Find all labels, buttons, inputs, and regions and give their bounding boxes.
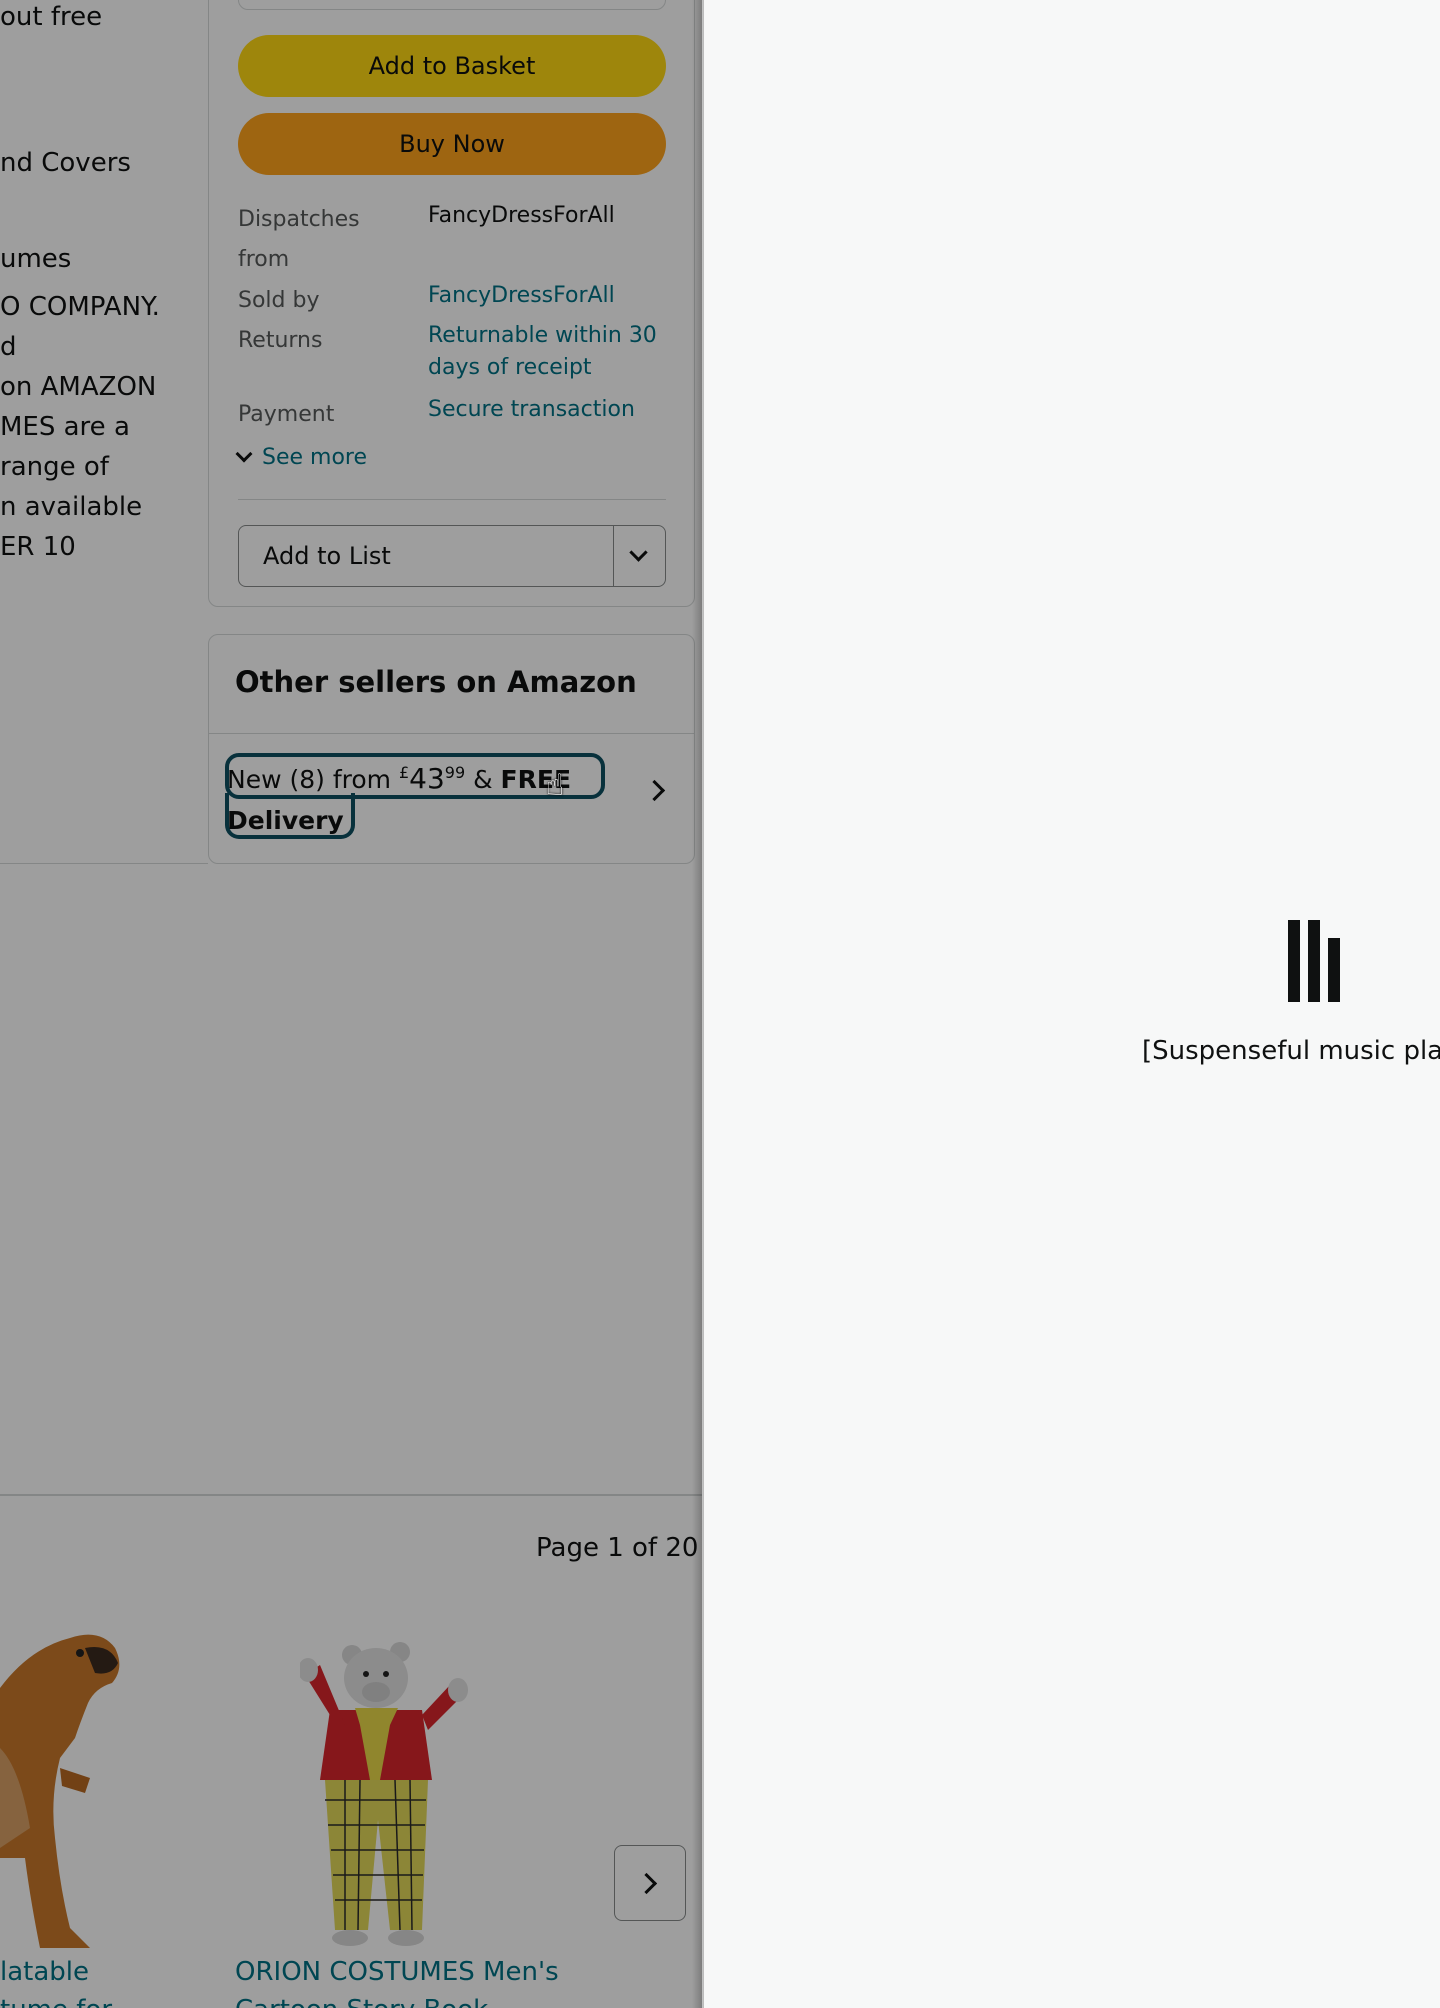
payment-link[interactable]: Secure transaction (428, 394, 635, 426)
description-line: on AMAZON (0, 372, 157, 402)
add-to-basket-button[interactable]: Add to Basket (238, 35, 666, 97)
description-line: MES are a (0, 412, 130, 442)
returns-link[interactable]: Returnable within 30 days of receipt (428, 320, 668, 384)
product-title-line: Cartoon Story Book (235, 1991, 559, 2008)
carousel-page-indicator: Page 1 of 20 (536, 1533, 699, 1563)
quantity-select[interactable] (238, 0, 666, 10)
other-sellers-title: Other sellers on Amazon (235, 665, 637, 699)
description-line: d (0, 332, 17, 362)
media-panel: [Suspenseful music play (702, 0, 1440, 2008)
add-to-list-dropdown[interactable] (613, 526, 665, 586)
buy-now-button[interactable]: Buy Now (238, 113, 666, 175)
amazon-product-page: out free nd Covers umes O COMPANY. d on … (0, 0, 702, 2008)
audio-bars-icon (1288, 920, 1340, 1002)
divider (0, 863, 208, 864)
panel-shadow (692, 0, 704, 2008)
add-to-list-label: Add to List (263, 542, 391, 570)
description-line: out free (0, 2, 103, 32)
divider (238, 499, 666, 500)
chevron-down-icon (235, 445, 253, 463)
product-title-link[interactable]: ORION COSTUMES Men's Cartoon Story Book (235, 1953, 559, 2008)
divider (209, 733, 694, 734)
bear-costume-image[interactable] (300, 1630, 500, 1952)
dinosaur-costume-image[interactable] (0, 1628, 140, 1958)
add-to-list-button[interactable]: Add to List (238, 525, 666, 587)
description-line: umes (0, 244, 72, 274)
chevron-right-icon[interactable] (643, 779, 666, 802)
product-title-line: latable (0, 1957, 90, 1987)
product-title-link[interactable]: latable tume for (0, 1953, 112, 2008)
sold-by-link[interactable]: FancyDressForAll (428, 280, 615, 312)
dispatches-label: Dispatches from (238, 207, 360, 272)
carousel-next-button[interactable] (614, 1845, 686, 1921)
hand-cursor-icon: ☝ (546, 768, 565, 803)
payment-label: Payment (238, 402, 335, 427)
description-line: ER 10 (0, 532, 76, 562)
other-sellers-box: Other sellers on Amazon New (8) from £43… (208, 634, 695, 864)
returns-label: Returns (238, 328, 323, 353)
focus-ring (225, 793, 355, 839)
description-line: O COMPANY. (0, 292, 160, 322)
chevron-right-icon (635, 1872, 658, 1895)
chevron-down-icon (629, 543, 648, 562)
description-line: nd Covers (0, 148, 131, 178)
product-title-line: tume for (0, 1991, 112, 2008)
caption-text: [Suspenseful music play (1142, 1036, 1440, 1066)
description-line: range of (0, 452, 109, 482)
see-more-label: See more (262, 445, 368, 470)
divider (0, 1494, 702, 1496)
dispatches-value: FancyDressForAll (428, 203, 615, 228)
see-more-link[interactable]: See more (235, 445, 368, 470)
product-title-line: ORION COSTUMES Men's (235, 1957, 559, 1987)
sold-by-label: Sold by (238, 288, 320, 313)
description-line: n available (0, 492, 143, 522)
